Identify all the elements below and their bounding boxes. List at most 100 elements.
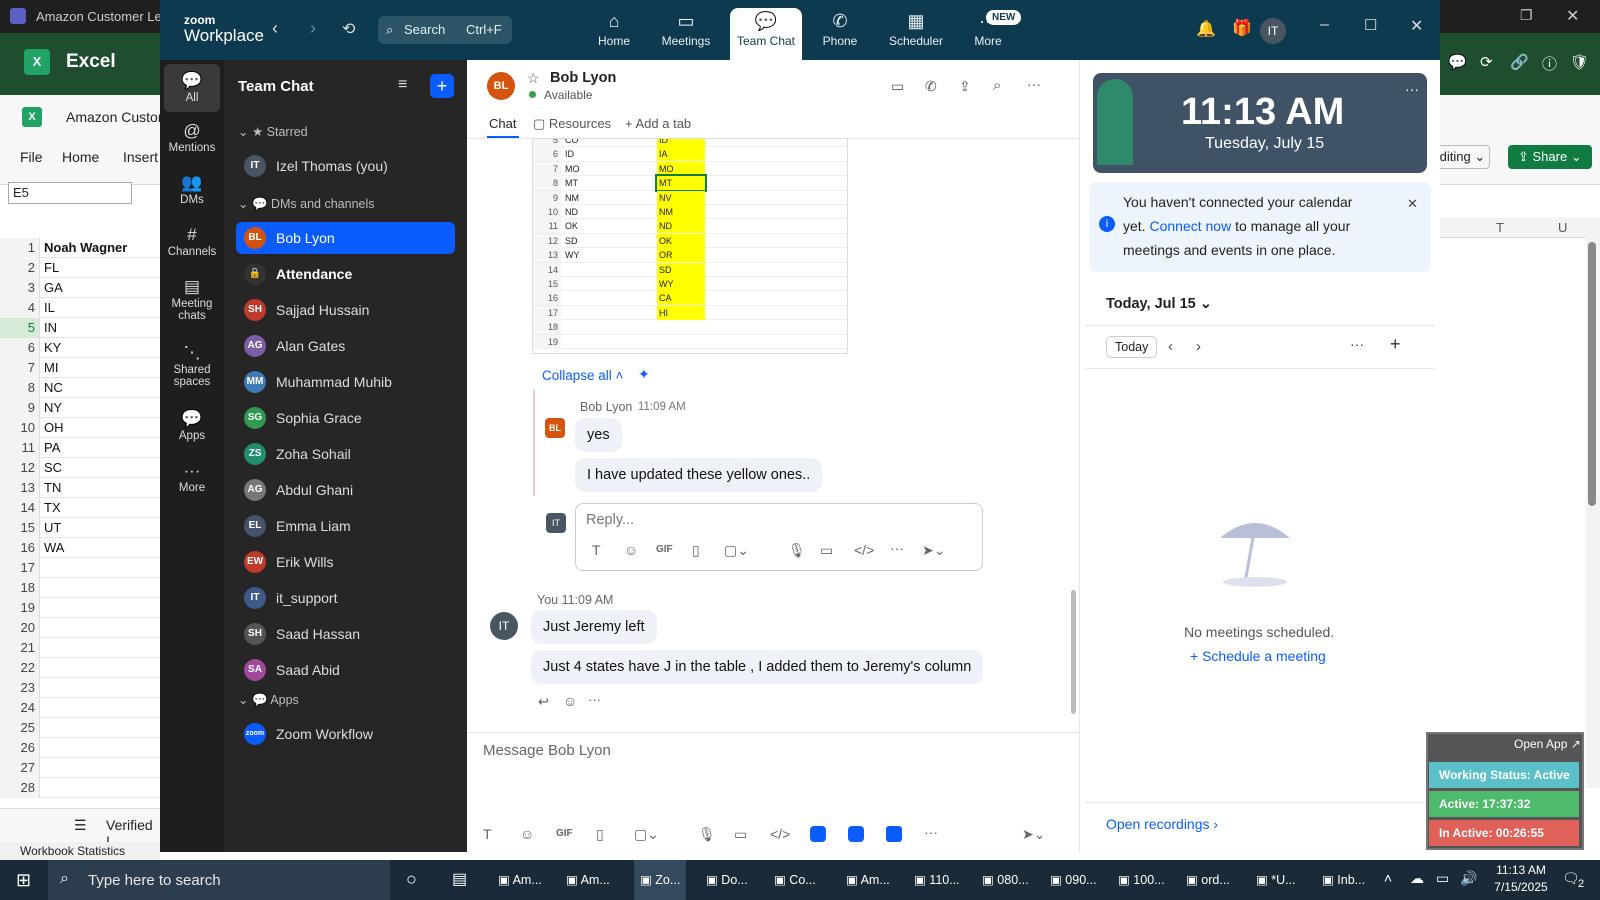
row-number[interactable]: 21	[0, 638, 40, 658]
add-reaction-icon[interactable]: ☺	[563, 693, 577, 709]
taskbar-search[interactable]: ⌕ Type here to search	[48, 860, 390, 900]
taskbar-app[interactable]: ▣ ord...	[1186, 860, 1230, 900]
row-number[interactable]: 27	[0, 758, 40, 778]
back-icon[interactable]: ‹	[272, 18, 278, 39]
cell-a[interactable]: NC	[44, 378, 63, 398]
zoom-close-icon[interactable]: ✕	[1410, 16, 1423, 36]
row-number[interactable]: 1	[0, 238, 40, 258]
gift-icon[interactable]: 🎁	[1232, 18, 1252, 38]
compose-app3-icon[interactable]	[886, 826, 902, 842]
row-number[interactable]: 24	[0, 698, 40, 718]
rail-mentions[interactable]: @ Mentions	[164, 120, 220, 154]
compose-emoji-icon[interactable]: ☺	[520, 826, 534, 842]
reply-format-icon[interactable]: T	[592, 542, 601, 558]
row-number[interactable]: 16	[0, 538, 40, 558]
reply-send-icon[interactable]: ➤⌄	[922, 542, 945, 559]
taskbar-app[interactable]: ▣ 080...	[982, 860, 1029, 900]
row-number[interactable]: 28	[0, 778, 40, 798]
starred-section-header[interactable]: ⌄ ★ Starred	[238, 124, 308, 139]
ai-sparkle-icon[interactable]: ✦	[638, 366, 650, 383]
contact-name[interactable]: Bob Lyon	[550, 70, 616, 86]
compose-app2-icon[interactable]	[848, 826, 864, 842]
windows-start-icon[interactable]: ⊞	[16, 870, 31, 891]
reply-gif-icon[interactable]: GIF	[656, 544, 673, 555]
phone-call-icon[interactable]: ✆	[925, 78, 937, 95]
dm-item[interactable]: EL Emma Liam	[236, 510, 455, 542]
forward-icon[interactable]: ›	[310, 18, 316, 39]
reply-file-icon[interactable]: ▯	[692, 542, 700, 559]
thread-message-2[interactable]: I have updated these yellow ones..	[575, 458, 823, 492]
restore-icon[interactable]: ❐	[1520, 7, 1533, 24]
taskbar-app[interactable]: ▣ Am...	[498, 860, 542, 900]
menu-file[interactable]: File	[20, 149, 43, 165]
collapse-all-link[interactable]: Collapse all ˄	[542, 368, 623, 383]
name-box[interactable]: E5	[8, 182, 132, 204]
rail-all[interactable]: 💬 All	[164, 64, 220, 112]
thread-message-1[interactable]: yes	[575, 418, 622, 452]
taskbar-date[interactable]: 7/15/2025	[1490, 880, 1552, 894]
next-day-icon[interactable]: ›	[1196, 338, 1201, 355]
rail-shared-spaces[interactable]: ⋱ Shared spaces	[164, 342, 220, 388]
dm-item[interactable]: EW Erik Wills	[236, 546, 455, 578]
notice-close-icon[interactable]: ✕	[1407, 192, 1418, 216]
dm-item[interactable]: 🔒 Attendance	[236, 258, 455, 290]
row-number[interactable]: 5	[0, 318, 40, 338]
thread-avatar[interactable]: BL	[545, 418, 565, 438]
row-number[interactable]: 11	[0, 438, 40, 458]
cortana-icon[interactable]: ○	[406, 869, 417, 890]
reply-more-icon[interactable]: ···	[890, 540, 904, 556]
nav-meetings[interactable]: ▭ Meetings	[650, 8, 722, 60]
calendar-more-icon[interactable]: ···	[1350, 336, 1364, 352]
row-number[interactable]: 3	[0, 278, 40, 298]
share-screen-icon[interactable]: ⇪	[959, 78, 971, 95]
row-number[interactable]: 13	[0, 478, 40, 498]
reply-box[interactable]: Reply... T ☺ GIF ▯ ▢⌄ 🎙 ▭ </> ··· ➤⌄	[575, 503, 983, 571]
row-number[interactable]: 4	[0, 298, 40, 318]
dm-item[interactable]: SH Saad Hassan	[236, 618, 455, 650]
cell-a[interactable]: TX	[44, 498, 61, 518]
prev-day-icon[interactable]: ‹	[1168, 338, 1173, 355]
compose-video-icon[interactable]: ▭	[734, 826, 747, 843]
message-more-icon[interactable]: ···	[588, 692, 601, 707]
dm-item[interactable]: BL Bob Lyon	[236, 222, 455, 254]
cell-a[interactable]: KY	[44, 338, 61, 358]
shared-sheet-image[interactable]: 5 CO ID 6 ID IA 7 MO MO 8 MT MT 9 NM NV 10 ND NM 11 OK ND 12 S…	[532, 138, 848, 354]
taskbar-app[interactable]: ▣ 100...	[1118, 860, 1165, 900]
tray-chevron-icon[interactable]: ˄	[1384, 870, 1392, 886]
my-message-2[interactable]: Just 4 states have J in the table , I ad…	[531, 650, 984, 684]
compose-send-icon[interactable]: ➤⌄	[1022, 826, 1045, 843]
compose-screenshot-icon[interactable]: ▢⌄	[634, 826, 659, 843]
row-number[interactable]: 8	[0, 378, 40, 398]
reply-input[interactable]: Reply...	[586, 512, 634, 528]
user-avatar[interactable]: IT	[1260, 18, 1286, 44]
compose-gif-icon[interactable]: GIF	[556, 828, 573, 839]
video-call-icon[interactable]: ▭	[891, 78, 904, 95]
filter-icon[interactable]: ≡	[398, 76, 407, 94]
column-u-header[interactable]: U	[1558, 220, 1567, 235]
nav-home[interactable]: ⌂ Home	[578, 8, 650, 60]
tab-add[interactable]: + Add a tab	[625, 116, 691, 131]
row-number[interactable]: 17	[0, 558, 40, 578]
row-number[interactable]: 15	[0, 518, 40, 538]
compose-app1-icon[interactable]	[810, 826, 826, 842]
rail-channels[interactable]: # Channels	[164, 224, 220, 258]
row-number[interactable]: 6	[0, 338, 40, 358]
cell-a[interactable]: WA	[44, 538, 64, 558]
row-number[interactable]: 10	[0, 418, 40, 438]
starred-item[interactable]: IT Izel Thomas (you)	[236, 150, 455, 182]
cell-a[interactable]: FL	[44, 258, 59, 278]
reply-thread-icon[interactable]: ↩	[538, 694, 549, 710]
reply-mic-icon[interactable]: 🎙	[788, 542, 806, 559]
row-number[interactable]: 7	[0, 358, 40, 378]
chat-scrollbar[interactable]	[1071, 590, 1076, 714]
rail-meeting-chats[interactable]: ▤ Meeting chats	[164, 276, 220, 322]
row-number[interactable]: 23	[0, 678, 40, 698]
info-icon[interactable]: ⓘ	[1542, 53, 1557, 74]
add-event-icon[interactable]: +	[1390, 334, 1401, 355]
reply-video-icon[interactable]: ▭	[820, 542, 833, 559]
cell-a[interactable]: IL	[44, 298, 55, 318]
row-number[interactable]: 20	[0, 618, 40, 638]
rail-apps[interactable]: 💬 Apps	[164, 408, 220, 442]
cell-a[interactable]: OH	[44, 418, 64, 438]
volume-icon[interactable]: 🔊	[1460, 870, 1477, 887]
